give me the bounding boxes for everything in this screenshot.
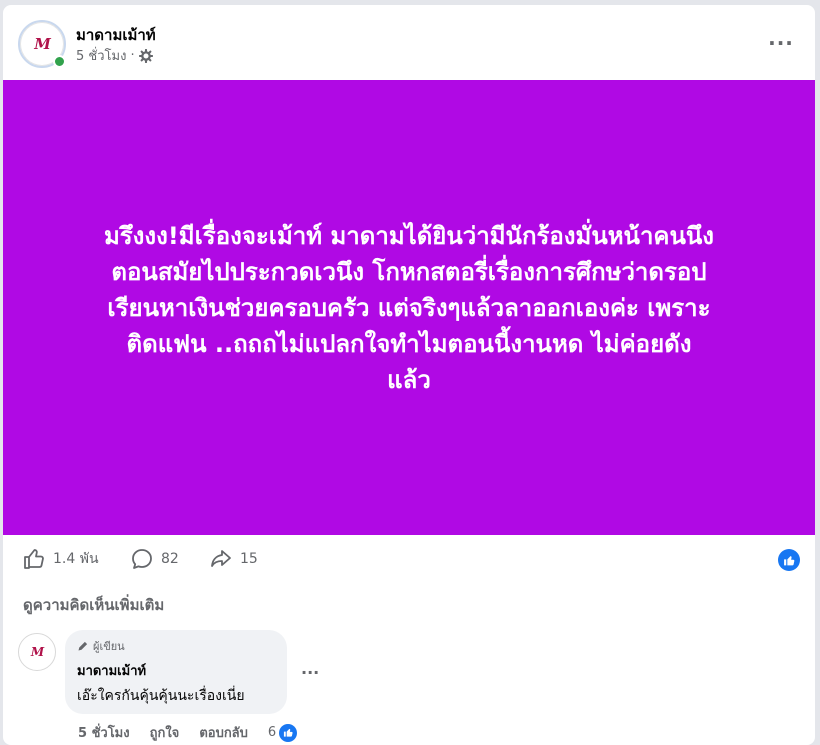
avatar-logo: M — [34, 35, 51, 53]
like-reaction-badge[interactable] — [778, 549, 800, 571]
comment-like-button[interactable]: ถูกใจ — [150, 722, 180, 743]
share-stat[interactable]: 15 — [209, 547, 258, 571]
comment-author[interactable]: มาดามเม้าท์ — [77, 660, 275, 681]
comment-more-button[interactable]: ... — [301, 659, 319, 678]
comment-stat[interactable]: 82 — [130, 547, 179, 571]
thumbs-up-filled-icon — [783, 555, 794, 565]
online-status-dot — [53, 55, 66, 68]
meta-separator: · — [130, 48, 135, 63]
pencil-icon — [78, 641, 88, 651]
view-more-comments-link[interactable]: ดูความคิดเห็นเพิ่มเติม — [23, 593, 164, 617]
post-header: M มาดามเม้าท์ 5 ชั่วโมง · ··· — [3, 5, 815, 80]
post-text-line: มรึงงง!มีเรื่องจะเม้าท์ มาดามได้ยินว่ามี… — [103, 221, 715, 250]
post-card: M มาดามเม้าท์ 5 ชั่วโมง · ··· มรึงงง!มีเ… — [3, 5, 815, 745]
post-time[interactable]: 5 ชั่วโมง — [76, 45, 126, 66]
post-more-button[interactable]: ··· — [763, 29, 799, 57]
comment-reaction-count: 6 — [267, 725, 277, 740]
avatar-logo: M — [30, 645, 44, 659]
post-text-line: เรียนหาเงินช่วยครอบครัว แต่จริงๆแล้วลาออ… — [107, 293, 711, 322]
thumbs-up-icon — [24, 549, 44, 569]
comment-time[interactable]: 5 ชั่วโมง — [78, 722, 130, 743]
post-stats-bar: 1.4 พัน 82 15 — [3, 537, 815, 581]
thumbs-up-filled-icon — [283, 728, 293, 737]
comment-count: 82 — [161, 551, 179, 567]
comment-actions: 5 ชั่วโมง ถูกใจ ตอบกลับ 6 — [78, 722, 298, 743]
post-text: มรึงงง!มีเรื่องจะเม้าท์ มาดามได้ยินว่ามี… — [104, 218, 714, 398]
comment-icon — [132, 549, 152, 569]
comment-reply-button[interactable]: ตอบกลับ — [199, 722, 248, 743]
like-stat[interactable]: 1.4 พัน — [22, 547, 99, 571]
author-badge-label: ผู้เขียน — [93, 640, 125, 653]
commenter-avatar[interactable]: M — [18, 633, 56, 671]
like-count: 1.4 พัน — [53, 551, 99, 567]
comment-bubble: ผู้เขียน มาดามเม้าท์ เอ๊ะใครกันคุ้นคุ้นน… — [65, 630, 287, 714]
post-text-line: ติดแฟน ..ถถถไม่แปลกใจทำไมตอนนี้งานหด ไม่… — [126, 329, 692, 358]
comment-reactions[interactable]: 6 — [267, 723, 298, 742]
post-author[interactable]: มาดามเม้าท์ — [76, 23, 156, 47]
post-text-line: ตอนสมัยไปประกวดเวนึง โกหกสตอรี่เรื่องการ… — [111, 257, 707, 286]
comment-text: เอ๊ะใครกันคุ้นคุ้นนะเรื่องเนี่ย — [77, 688, 245, 704]
gear-icon[interactable] — [138, 48, 153, 63]
post-meta: 5 ชั่วโมง · — [76, 45, 153, 66]
share-icon — [211, 550, 231, 567]
post-text-line: แล้ว — [387, 365, 431, 394]
like-reaction-badge — [279, 723, 298, 742]
author-badge: ผู้เขียน — [77, 638, 275, 654]
share-count: 15 — [240, 551, 258, 567]
post-background: มรึงงง!มีเรื่องจะเม้าท์ มาดามได้ยินว่ามี… — [3, 80, 815, 535]
